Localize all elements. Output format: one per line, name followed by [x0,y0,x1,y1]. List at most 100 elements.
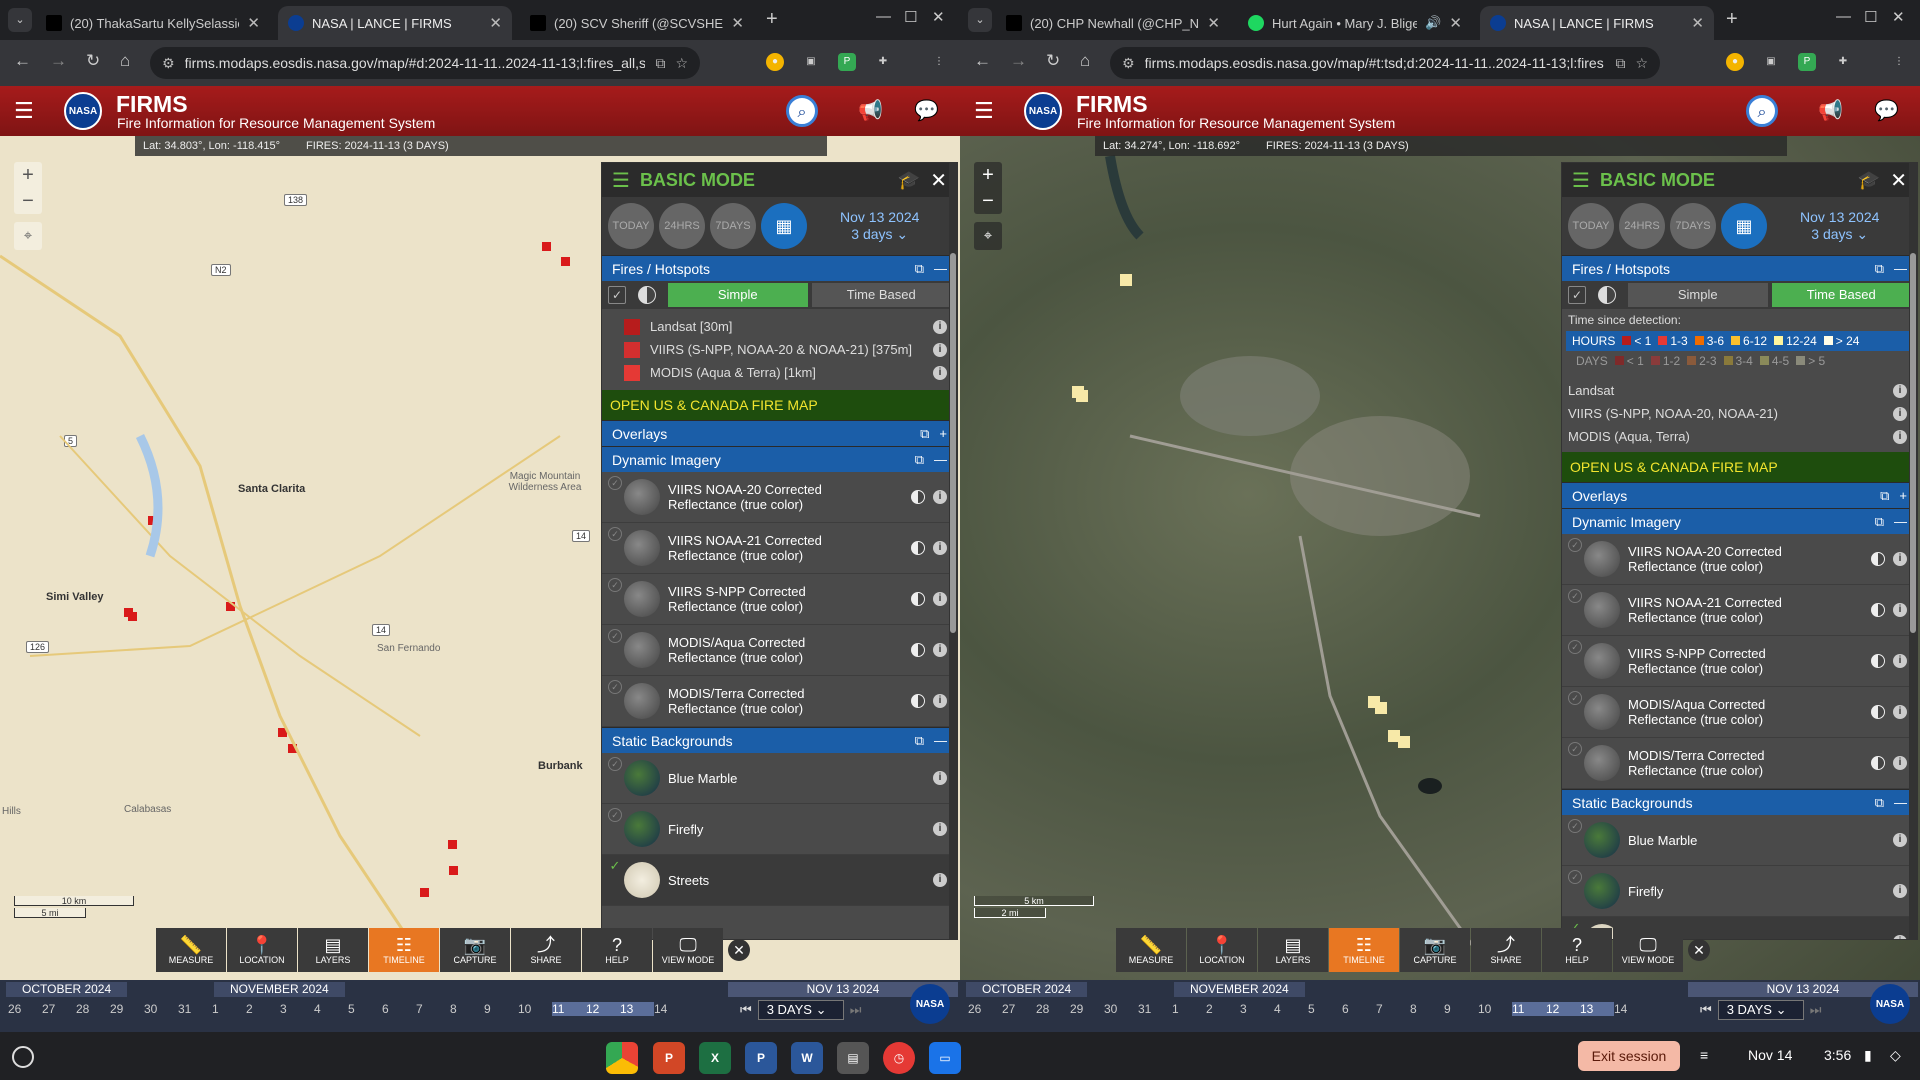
panel-scrollbar[interactable] [1909,163,1917,939]
info-icon[interactable]: i [933,592,947,606]
timeline-day[interactable]: 10 [518,1002,552,1016]
static-backgrounds-header[interactable]: Static Backgrounds ⧉ — [602,727,957,753]
nasa-meatball-logo[interactable]: NASA [64,92,102,130]
timeline-day[interactable]: 9 [1444,1002,1478,1016]
opacity-icon[interactable] [911,592,925,606]
collapse-icon[interactable]: — [1894,514,1907,529]
layer-checkbox[interactable]: ✓ [1568,870,1582,884]
browser-tab[interactable]: spotify-logo Hurt Again • Mary J. Blige … [1238,6,1472,40]
timeline-day[interactable]: 13 [620,1002,654,1016]
opacity-icon[interactable] [1871,756,1885,770]
time-button[interactable]: 7DAYS [710,203,756,249]
timeline-day[interactable]: 6 [382,1002,416,1016]
tote-icon[interactable]: ≡ [1700,1047,1708,1063]
dynamic-imagery-row[interactable]: ✓ VIIRS NOAA-21 Corrected Reflectance (tr… [1562,585,1917,636]
timeline-day[interactable]: 26 [8,1002,42,1016]
timeline-day[interactable]: 2 [1206,1002,1240,1016]
back-icon[interactable]: ← [14,51,31,71]
popout-icon[interactable]: ⧉ [915,261,924,277]
timeline-day[interactable]: 31 [178,1002,212,1016]
new-tab-button[interactable]: + [766,8,778,31]
tab-search-icon[interactable]: ⌄ [8,8,32,32]
panel-scrollbar[interactable] [949,163,957,939]
files-app-icon[interactable]: ▭ [929,1042,961,1074]
close-toolbar-button[interactable]: ✕ [724,928,754,972]
extension-icon[interactable]: ▣ [802,53,820,71]
alert-megaphone-icon[interactable]: 📢 [1818,98,1843,123]
step-back-icon[interactable]: ⏮ [740,1002,752,1018]
layer-checkbox[interactable]: ✓ [608,578,622,592]
tool-layers-button[interactable]: ▤ LAYERS [1258,928,1328,972]
tool-view-mode-button[interactable]: 🖵 VIEW MODE [1613,928,1683,972]
step-back-icon[interactable]: ⏮ [1700,1002,1712,1018]
timeline-range-select[interactable]: 3 DAYS ⌄ [1717,1000,1804,1020]
timeline-day[interactable]: 30 [1104,1002,1138,1016]
url-text[interactable]: firms.modaps.eosdis.nasa.gov/map/#d:2024… [185,55,646,71]
popout-icon[interactable]: ⧉ [1875,261,1884,277]
info-icon[interactable]: i [1893,406,1907,421]
nasa-meatball-logo[interactable]: NASA [1024,92,1062,130]
info-icon[interactable]: i [933,342,947,357]
opacity-icon[interactable] [911,643,925,657]
opacity-icon[interactable] [1871,552,1885,566]
opacity-icon[interactable] [911,541,925,555]
extension-icon[interactable]: P [1798,53,1816,71]
layer-checkbox[interactable]: ✓ [1568,819,1582,833]
timeline-day[interactable]: 14 [1614,1002,1648,1016]
zoom-out-button[interactable]: − [14,188,42,214]
overlays-header[interactable]: Overlays ⧉ + [1562,482,1917,508]
static-background-row[interactable]: ✓ Blue Marble i [602,753,957,804]
hamburger-menu-icon[interactable]: ☰ [974,98,994,124]
address-bar[interactable]: ⚙ firms.modaps.eosdis.nasa.gov/map/#d:20… [150,47,700,79]
layer-checkbox[interactable]: ✓ [1568,538,1582,552]
static-backgrounds-header[interactable]: Static Backgrounds ⧉ — [1562,789,1917,815]
browser-tab[interactable]: nasa-logo NASA | LANCE | FIRMS ✕ [278,6,512,40]
close-panel-icon[interactable]: ✕ [930,168,947,193]
layer-checkbox[interactable]: ✓ [608,680,622,694]
expand-icon[interactable]: + [939,426,947,441]
time-based-mode-button[interactable]: Time Based [1771,283,1911,307]
menu-icon[interactable]: ☰ [612,168,630,193]
time-button[interactable]: 24HRS [659,203,705,249]
dynamic-imagery-row[interactable]: ✓ VIIRS S-NPP Corrected Reflectance (true… [1562,636,1917,687]
close-window-icon[interactable]: ✕ [932,8,945,26]
info-icon[interactable]: i [933,643,947,657]
zoom-in-button[interactable]: + [974,162,1002,188]
hamburger-menu-icon[interactable]: ☰ [14,98,34,124]
tab-close-icon[interactable]: ✕ [1207,14,1220,32]
timeline-day[interactable]: 14 [654,1002,688,1016]
tab-search-icon[interactable]: ⌄ [968,8,992,32]
timeline-day[interactable]: 11 [1512,1002,1546,1016]
open-fire-map-link[interactable]: OPEN US & CANADA FIRE MAP [602,390,957,420]
browser-tab[interactable]: nasa-logo NASA | LANCE | FIRMS ✕ [1480,6,1714,40]
dynamic-imagery-row[interactable]: ✓ VIIRS NOAA-20 Corrected Reflectance (tr… [602,472,957,523]
info-icon[interactable]: i [1893,833,1907,847]
info-icon[interactable]: i [1893,935,1907,939]
site-info-icon[interactable]: ⚙ [1122,55,1135,72]
timeline-day[interactable]: 7 [1376,1002,1410,1016]
browser-menu-icon[interactable]: ⋮ [1890,53,1908,71]
collapse-icon[interactable]: — [934,261,947,276]
minimize-icon[interactable]: — [1836,8,1851,25]
fire-source-row[interactable]: Landsat i [1562,379,1917,402]
home-icon[interactable]: ⌂ [1080,51,1090,71]
timeline-day[interactable]: 26 [968,1002,1002,1016]
dynamic-imagery-header[interactable]: Dynamic Imagery ⧉ — [602,446,957,472]
timeline-day[interactable]: 4 [1274,1002,1308,1016]
minimize-icon[interactable]: — [876,8,891,25]
close-toolbar-button[interactable]: ✕ [1684,928,1714,972]
battery-icon[interactable]: ▮ [1864,1047,1872,1064]
info-icon[interactable]: i [933,873,947,887]
timeline-range-select[interactable]: 3 DAYS ⌄ [757,1000,844,1020]
timeline-day[interactable]: 29 [110,1002,144,1016]
popout-icon[interactable]: ⧉ [1875,514,1884,530]
launcher-button[interactable] [12,1046,34,1068]
tool-capture-button[interactable]: 📷 CAPTURE [440,928,510,972]
timeline-day[interactable]: 11 [552,1002,586,1016]
search-icon[interactable]: ⌕ [1746,95,1778,127]
layer-checkbox[interactable]: ✓ [1568,640,1582,654]
info-icon[interactable]: i [1893,552,1907,566]
tool-share-button[interactable]: ⤴ SHARE [511,928,581,972]
publisher-app-icon[interactable]: P [745,1042,777,1074]
fires-hotspots-header[interactable]: Fires / Hotspots ⧉ — [602,255,957,281]
